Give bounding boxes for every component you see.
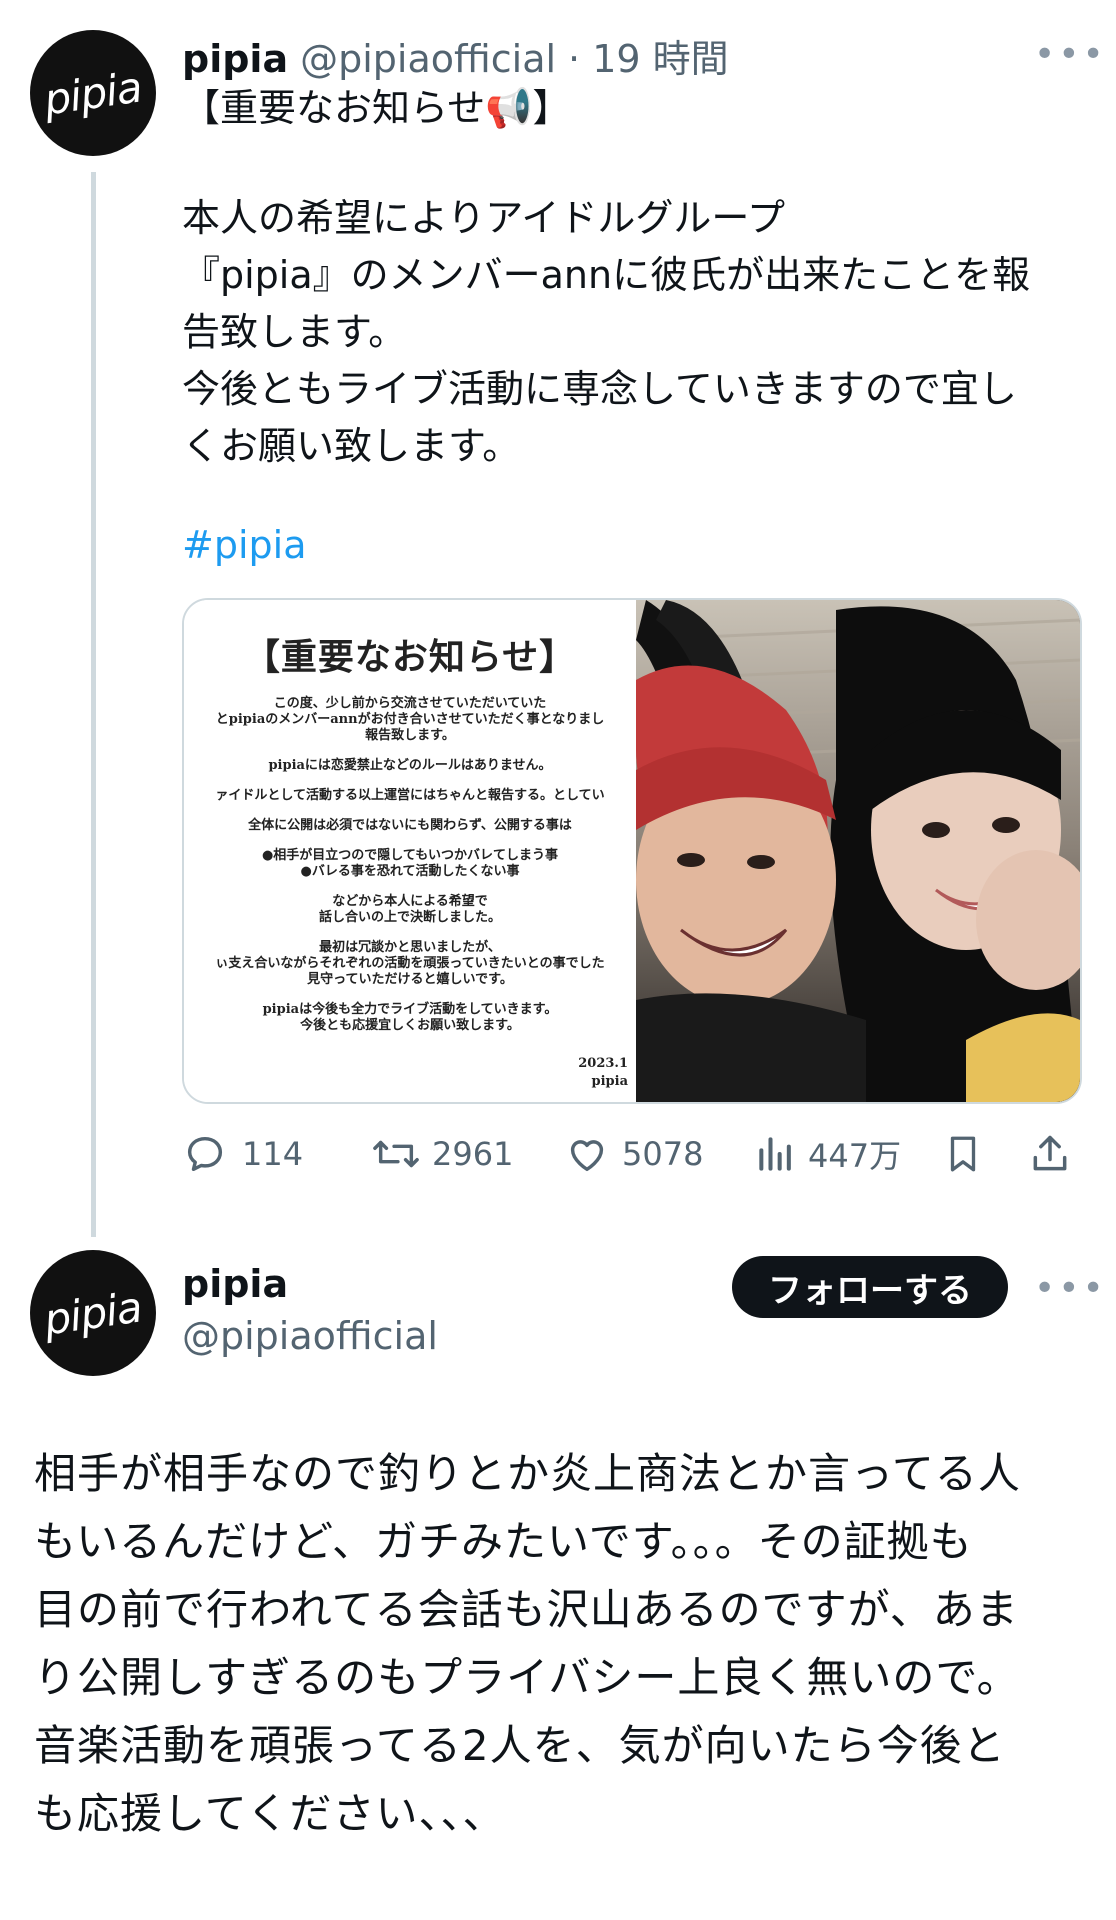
bookmark-button[interactable]: [942, 1131, 984, 1177]
avatar[interactable]: pipia: [30, 30, 156, 156]
retweet-count: 2961: [432, 1135, 514, 1173]
views-bar-chart-icon: [759, 1137, 791, 1171]
notice-line: pipiaには恋愛禁止などのルールはありません。: [268, 758, 552, 773]
follow-button[interactable]: フォローする: [732, 1256, 1008, 1318]
like-button[interactable]: 5078: [564, 1131, 703, 1177]
share-button[interactable]: [1028, 1131, 1072, 1177]
bookmark-icon: [950, 1136, 976, 1172]
reply-count: 114: [242, 1135, 304, 1173]
avatar-logo-text: pipia: [41, 1281, 145, 1345]
notice-line: ぃ支え合いながらそれぞれの活動を頑張っていきたいとの事でした: [215, 956, 605, 971]
notice-image[interactable]: 【重要なお知らせ】 この度、少し前から交流させていただいていた とpipiaのメ…: [184, 600, 636, 1102]
reply-author-handle[interactable]: @pipiaofficial: [182, 1314, 438, 1358]
views-button[interactable]: 447万: [754, 1131, 901, 1177]
heart-icon: [570, 1140, 604, 1172]
share-icon: [1033, 1135, 1067, 1171]
notice-line: 今後とも応援宜しくお願い致します。: [300, 1018, 520, 1033]
reply-avatar[interactable]: pipia: [30, 1250, 156, 1376]
reply-icon: [187, 1136, 223, 1172]
notice-line: 報告致します。: [365, 728, 455, 743]
hashtag-link[interactable]: #pipia: [182, 517, 306, 574]
reply-body: 相手が相手なので釣りとか炎上商法とか言ってる人 もいるんだけど、ガチみたいです。…: [34, 1449, 1021, 1838]
notice-line: 全体に公開は必須ではないにも関わらず、公開する事は: [248, 818, 572, 833]
notice-line: ●バレる事を恐れて活動したくない事: [300, 864, 520, 879]
notice-line: ●相手が目立つので隠してもいつかバレてしまう事: [261, 848, 559, 863]
notice-line: pipiaは今後も全力でライブ活動をしていきます。: [262, 1002, 558, 1017]
retweet-icon: [373, 1140, 419, 1168]
couple-photo-illustration: [636, 600, 1080, 1102]
notice-signature: pipia: [591, 1074, 628, 1089]
reply-author-name[interactable]: pipia: [182, 1262, 288, 1306]
notice-title: 【重要なお知らせ】: [243, 636, 577, 678]
like-count: 5078: [622, 1135, 704, 1173]
thread-line: [91, 172, 96, 1237]
notice-line: 話し合いの上で決断しました。: [318, 910, 501, 925]
retweet-button[interactable]: 2961: [370, 1131, 513, 1177]
notice-date: 2023.1: [578, 1056, 628, 1071]
avatar-logo-text: pipia: [41, 61, 145, 125]
notice-line: とpipiaのメンバーannがお付き合いさせていただく事となりまし: [215, 712, 605, 727]
author-name[interactable]: pipia: [182, 37, 288, 81]
tweet-body: 本人の希望によりアイドルグループ 『pipia』のメンバーannに彼氏が出来たこ…: [182, 196, 1031, 468]
tweet-header-line: 【重要なお知らせ📢】: [182, 86, 571, 130]
notice-line: 最初は冗談かと思いましたが、: [319, 940, 501, 955]
tweet-actions: 114 2961 5078 447万: [182, 1126, 1078, 1182]
author-handle[interactable]: @pipiaofficial: [300, 37, 556, 81]
view-count: 447万: [808, 1137, 902, 1175]
timestamp[interactable]: · 19 時間: [568, 28, 729, 83]
notice-line: などから本人による希望で: [332, 894, 488, 909]
tweet-header: pipia @pipiaofficial · 19 時間: [182, 28, 729, 83]
reply-more-options-icon[interactable]: •••: [1034, 1268, 1107, 1309]
more-options-icon[interactable]: •••: [1034, 34, 1107, 75]
couple-photo[interactable]: [636, 600, 1080, 1102]
notice-line: 見守っていただけると嬉しいです。: [307, 972, 513, 987]
reply-button[interactable]: 114: [182, 1131, 303, 1177]
notice-line: ァイドルとして活動する以上運営にはちゃんと報告する。としてい: [215, 788, 605, 803]
notice-line: この度、少し前から交流させていただいていた: [273, 696, 547, 711]
media-attachment[interactable]: 【重要なお知らせ】 この度、少し前から交流させていただいていた とpipiaのメ…: [182, 598, 1082, 1104]
